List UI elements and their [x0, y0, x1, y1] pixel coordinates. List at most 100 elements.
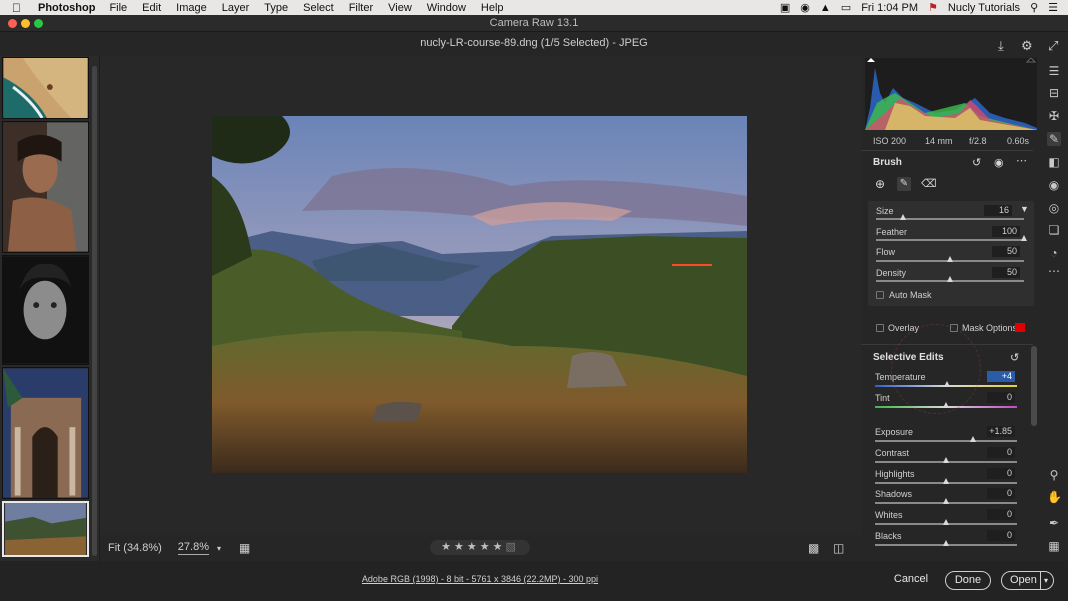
- size-value[interactable]: 16: [984, 205, 1012, 216]
- eye-icon[interactable]: ◉: [994, 156, 1004, 169]
- trash-icon[interactable]: ▧: [505, 541, 518, 553]
- before-after-view-icon[interactable]: ◫: [833, 541, 844, 555]
- zoom-level-field[interactable]: 27.8%: [177, 541, 209, 555]
- menu-help[interactable]: Help: [481, 2, 504, 14]
- graduated-filter-icon[interactable]: ◧: [1047, 155, 1061, 169]
- feather-value[interactable]: 100: [992, 226, 1020, 237]
- density-value[interactable]: 50: [992, 267, 1020, 278]
- menu-window[interactable]: Window: [427, 2, 466, 14]
- screen-icon[interactable]: ▣: [780, 1, 790, 14]
- snapshots-icon[interactable]: ❏: [1047, 223, 1061, 237]
- overlay-checkbox[interactable]: [876, 324, 884, 332]
- menu-type[interactable]: Type: [264, 2, 288, 14]
- flow-slider-knob[interactable]: [947, 256, 953, 262]
- thumbnail-landscape-selected[interactable]: [2, 501, 89, 557]
- size-slider-track[interactable]: [876, 218, 1024, 220]
- open-button[interactable]: Open ▾: [1001, 571, 1054, 590]
- thumbnail-portrait-veil[interactable]: [2, 121, 89, 253]
- slider-value-field[interactable]: 0: [987, 447, 1015, 458]
- density-slider-knob[interactable]: [947, 276, 953, 282]
- adjustment-brush-icon[interactable]: ✎: [1047, 132, 1061, 146]
- slider-value-field[interactable]: 0: [987, 488, 1015, 499]
- menu-view[interactable]: View: [388, 2, 412, 14]
- presets-icon[interactable]: ◔: [1047, 246, 1061, 260]
- grid-icon[interactable]: ▦: [1047, 539, 1061, 553]
- thumbnail-beach[interactable]: [2, 57, 89, 119]
- done-button[interactable]: Done: [945, 571, 991, 590]
- menu-select[interactable]: Select: [303, 2, 334, 14]
- slider-value-field[interactable]: 0: [987, 530, 1015, 541]
- slider-knob[interactable]: [943, 519, 949, 525]
- image-info-link[interactable]: Adobe RGB (1998) - 8 bit - 5761 x 3846 (…: [0, 574, 960, 584]
- feather-slider-track[interactable]: [876, 239, 1024, 241]
- slider-knob[interactable]: [943, 498, 949, 504]
- zoom-window-button[interactable]: [34, 19, 43, 28]
- brush-icon[interactable]: ✎: [897, 177, 911, 191]
- slider-knob[interactable]: [943, 457, 949, 463]
- slider-knob[interactable]: [969, 436, 976, 442]
- spotlight-search-icon[interactable]: ⚲: [1030, 1, 1038, 14]
- star-icon[interactable]: ★: [467, 541, 480, 553]
- apple-icon[interactable]: : [12, 1, 26, 15]
- red-eye-icon[interactable]: ◎: [1047, 201, 1061, 215]
- hand-icon[interactable]: ✋: [1047, 490, 1062, 504]
- single-view-icon[interactable]: ▩: [808, 541, 819, 555]
- creative-cloud-icon[interactable]: ◉: [800, 1, 810, 14]
- fullscreen-icon[interactable]: ⤢: [1048, 35, 1058, 57]
- slider-value-field[interactable]: +1.85: [987, 426, 1015, 437]
- landscape-photo[interactable]: [212, 116, 747, 473]
- add-brush-icon[interactable]: ⊕: [875, 177, 885, 191]
- slider-value-field[interactable]: +4: [987, 371, 1015, 382]
- toggle-filmstrip-icon[interactable]: ▦: [239, 541, 250, 555]
- save-image-icon[interactable]: ⤓: [998, 35, 1004, 57]
- image-canvas[interactable]: [100, 56, 861, 535]
- zoom-icon[interactable]: ⚲: [1047, 468, 1061, 482]
- mask-color-swatch[interactable]: [1015, 323, 1025, 332]
- flow-value[interactable]: 50: [992, 246, 1020, 257]
- more-options-icon[interactable]: ⋯: [1016, 154, 1027, 167]
- feather-slider-knob[interactable]: [1021, 235, 1027, 241]
- open-options-chevron-icon[interactable]: ▾: [1044, 572, 1048, 589]
- star-icon[interactable]: ★: [480, 541, 493, 553]
- slider-knob[interactable]: [943, 540, 949, 546]
- menu-app-name[interactable]: Photoshop: [38, 2, 95, 14]
- clock-text[interactable]: Fri 1:04 PM: [861, 2, 918, 14]
- size-dropdown-chevron-icon[interactable]: ▼: [1020, 204, 1029, 214]
- eraser-icon[interactable]: ⌫: [921, 177, 937, 190]
- radial-filter-icon[interactable]: ◉: [1047, 178, 1061, 192]
- menu-filter[interactable]: Filter: [349, 2, 373, 14]
- close-window-button[interactable]: [8, 19, 17, 28]
- edit-sliders-icon[interactable]: ☰: [1047, 64, 1061, 78]
- reset-selective-edits-icon[interactable]: ↺: [1010, 351, 1019, 364]
- size-slider-knob[interactable]: [899, 214, 906, 220]
- zoom-dropdown-chevron-icon[interactable]: ▾: [217, 544, 221, 553]
- flag-icon[interactable]: ⚑: [928, 1, 938, 14]
- color-sampler-icon[interactable]: ✒: [1047, 516, 1061, 530]
- document-title[interactable]: nucly-LR-course-89.dng (1/5 Selected) - …: [420, 37, 647, 49]
- slider-value-field[interactable]: 0: [987, 392, 1015, 403]
- star-icon[interactable]: ★: [493, 541, 506, 553]
- star-icon[interactable]: ★: [441, 541, 454, 553]
- reset-brush-icon[interactable]: ↺: [972, 156, 981, 169]
- airplay-icon[interactable]: ▭: [841, 1, 851, 14]
- slider-value-field[interactable]: 0: [987, 468, 1015, 479]
- thumbnail-building[interactable]: [2, 367, 89, 499]
- slider-knob[interactable]: [943, 478, 949, 484]
- menu-file[interactable]: File: [109, 2, 127, 14]
- gear-icon[interactable]: ⚙: [1021, 35, 1033, 57]
- crop-icon[interactable]: ⊟: [1047, 86, 1061, 100]
- star-rating[interactable]: ★★★★★▧: [430, 540, 530, 555]
- menu-edit[interactable]: Edit: [142, 2, 161, 14]
- menu-layer[interactable]: Layer: [222, 2, 250, 14]
- user-name[interactable]: Nucly Tutorials: [948, 2, 1020, 14]
- thumbnail-portrait-bw[interactable]: [2, 255, 89, 365]
- fit-zoom-label[interactable]: Fit (34.8%): [108, 542, 162, 554]
- slider-value-field[interactable]: 0: [987, 509, 1015, 520]
- star-icon[interactable]: ★: [454, 541, 467, 553]
- menu-image[interactable]: Image: [176, 2, 207, 14]
- more-tools-icon[interactable]: ⋯: [1047, 264, 1061, 278]
- wifi-icon[interactable]: ▲: [820, 2, 831, 14]
- auto-mask-checkbox[interactable]: [876, 291, 884, 299]
- filmstrip-scrollbar[interactable]: [92, 66, 97, 556]
- healing-icon[interactable]: ✠: [1047, 109, 1061, 123]
